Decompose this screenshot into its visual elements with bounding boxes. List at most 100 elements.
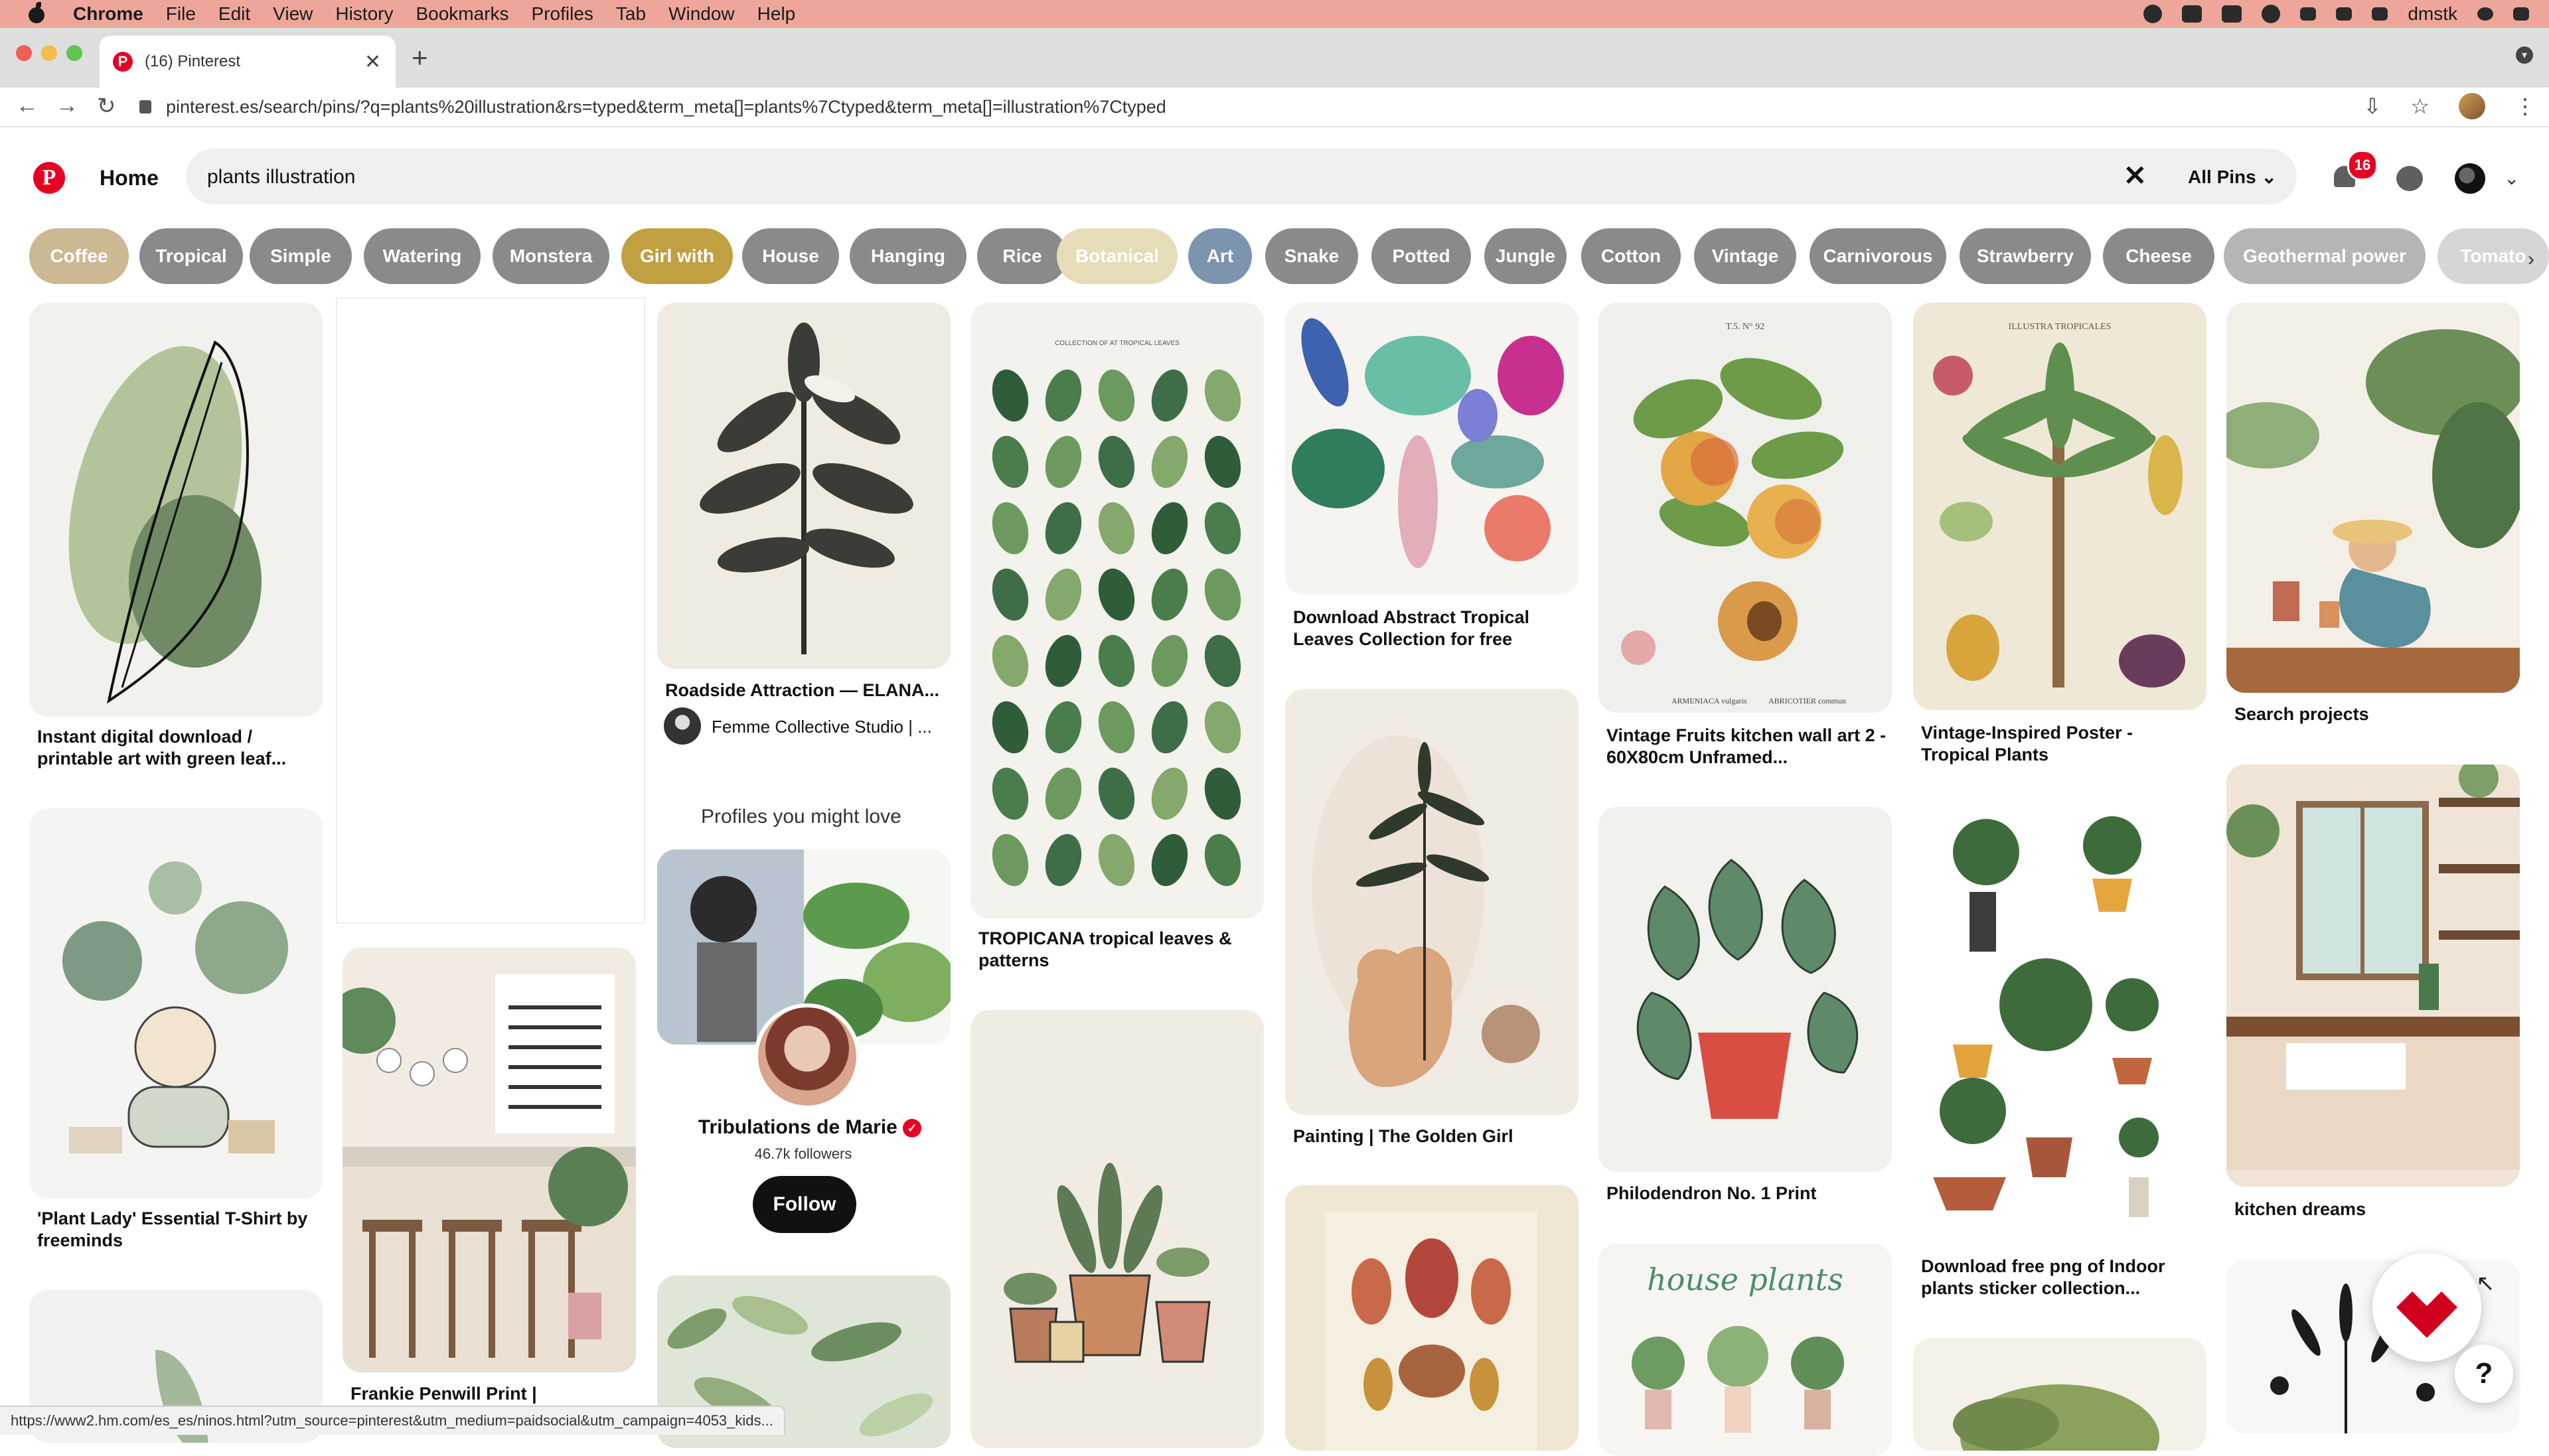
chip-potted[interactable]: Potted — [1371, 228, 1471, 284]
chip-art[interactable]: Art — [1188, 228, 1252, 284]
chip-coffee[interactable]: Coffee — [29, 228, 129, 284]
pin-image-kitchen-dreams[interactable] — [2226, 764, 2520, 1187]
wifi-icon[interactable] — [2336, 7, 2353, 21]
pin-title-tropical-poster[interactable]: Vintage-Inspired Poster - Tropical Plant… — [1921, 722, 2206, 766]
address-bar[interactable]: pinterest.es/search/pins/?q=plants%20ill… — [139, 92, 2350, 122]
chrome-menu-icon[interactable]: ⋮ — [2514, 94, 2536, 119]
chip-girl-with[interactable]: Girl with — [621, 228, 733, 284]
help-button[interactable]: ? — [2455, 1345, 2513, 1403]
profile-avatar[interactable] — [2455, 163, 2485, 194]
record-icon[interactable] — [2262, 5, 2281, 23]
lock-icon[interactable] — [139, 100, 151, 113]
chip-simple[interactable]: Simple — [250, 228, 352, 284]
profile-name-row[interactable]: Tribulations de Marie ✓ — [690, 1116, 929, 1139]
clear-search-icon[interactable]: ✕ — [2124, 159, 2147, 192]
pin-title-vintage-fruits[interactable]: Vintage Fruits kitchen wall art 2 - 60X8… — [1606, 725, 1892, 768]
menu-help[interactable]: Help — [757, 3, 796, 25]
pinterest-logo-icon[interactable]: P — [33, 162, 65, 194]
spotlight-search-icon[interactable] — [2477, 7, 2493, 21]
chip-geothermal-power[interactable]: Geothermal power — [2224, 228, 2426, 284]
search-input[interactable] — [206, 161, 2133, 194]
tab-search-icon[interactable]: ▾ — [2516, 46, 2533, 64]
more-ideas-arrow-icon[interactable]: ↖ — [2476, 1270, 2495, 1297]
menu-window[interactable]: Window — [668, 3, 735, 25]
chip-house[interactable]: House — [742, 228, 839, 284]
chip-botanical[interactable]: Botanical — [1057, 228, 1178, 284]
forward-arrow-icon[interactable]: → — [56, 93, 78, 119]
pin-image-roadside-attraction[interactable] — [657, 303, 951, 669]
pin-image-gardening-woman[interactable] — [2226, 303, 2520, 693]
pin-title-abstract-tropical[interactable]: Download Abstract Tropical Leaves Collec… — [1293, 607, 1579, 650]
chip-tropical[interactable]: Tropical — [139, 228, 243, 284]
chip-rice[interactable]: Rice — [977, 228, 1067, 284]
all-pins-dropdown[interactable]: All Pins ⌄ — [2188, 166, 2277, 188]
chip-cotton[interactable]: Cotton — [1581, 228, 1681, 284]
bluetooth-icon[interactable] — [2300, 7, 2317, 21]
menu-bookmarks[interactable]: Bookmarks — [416, 3, 508, 25]
window-close-button[interactable] — [16, 45, 32, 61]
hm-ad-button[interactable] — [2372, 1253, 2481, 1362]
menu-tab[interactable]: Tab — [616, 3, 646, 25]
window-zoom-button[interactable] — [66, 45, 82, 61]
source-avatar[interactable] — [664, 707, 701, 745]
chip-watering[interactable]: Watering — [364, 228, 481, 284]
bookmark-star-icon[interactable]: ☆ — [2410, 94, 2430, 119]
pin-title-plant-lady[interactable]: 'Plant Lady' Essential T-Shirt by freemi… — [37, 1208, 323, 1252]
pin-image-tropical-poster[interactable]: ILLUSTRA TROPICALES — [1913, 303, 2206, 710]
pin-image-potted-plants[interactable] — [970, 1010, 1264, 1448]
chip-vintage[interactable]: Vintage — [1694, 228, 1796, 284]
pin-image-philodendron[interactable] — [1598, 807, 1892, 1172]
screen-icon[interactable] — [2182, 5, 2202, 23]
pin-image-tropicana-leaves[interactable]: COLLECTION OF AT TROPICAL LEAVES — [970, 303, 1264, 918]
account-chevron-down-icon[interactable]: ⌄ — [2504, 167, 2519, 189]
menubar-username[interactable]: dmstk — [2408, 3, 2457, 25]
pin-title-tropicana[interactable]: TROPICANA tropical leaves & patterns — [978, 928, 1264, 972]
notifications-button[interactable]: 16 — [2334, 150, 2378, 190]
menu-profiles[interactable]: Profiles — [532, 3, 593, 25]
pin-image-cafe-illustration[interactable] — [343, 948, 636, 1372]
pin-title-philodendron[interactable]: Philodendron No. 1 Print — [1606, 1183, 1892, 1204]
pin-title-indoor-stickers[interactable]: Download free png of Indoor plants stick… — [1921, 1256, 2206, 1299]
new-tab-icon[interactable]: + — [412, 42, 428, 73]
scrivener-icon[interactable] — [2222, 5, 2242, 23]
home-link[interactable]: Home — [100, 166, 159, 190]
menu-view[interactable]: View — [273, 3, 313, 25]
pin-image-vintage-flora[interactable] — [1285, 1185, 1579, 1451]
chip-cheese[interactable]: Cheese — [2103, 228, 2214, 284]
pin-image-plant-lady[interactable] — [29, 808, 323, 1199]
profile-avatar-tribulations[interactable] — [754, 1003, 860, 1110]
control-center-icon[interactable] — [2513, 7, 2529, 21]
install-app-icon[interactable]: ⇩ — [2364, 94, 2382, 119]
back-arrow-icon[interactable]: ← — [16, 93, 39, 119]
pin-image-golden-girl[interactable] — [1285, 689, 1579, 1115]
pin-image-house-plants[interactable]: house plants — [1598, 1244, 1892, 1456]
pin-title-kitchen-dreams[interactable]: kitchen dreams — [2234, 1199, 2520, 1220]
chip-jungle[interactable]: Jungle — [1484, 228, 1567, 284]
pin-title-roadside-attraction[interactable]: Roadside Attraction — ELANA... — [665, 680, 951, 701]
chip-snake[interactable]: Snake — [1265, 228, 1358, 284]
pin-title-frankie-penwill[interactable]: Frankie Penwill Print | — [350, 1383, 636, 1405]
menu-app-name[interactable]: Chrome — [73, 3, 143, 25]
pin-image-vintage-fruits[interactable]: T.5. N° 92 ARMENIACA vulgaris ABRICOTIER… — [1598, 303, 1892, 713]
pin-image-col7-bottom[interactable] — [1913, 1338, 2206, 1451]
menu-file[interactable]: File — [166, 3, 196, 25]
reload-icon[interactable]: ↻ — [97, 93, 116, 119]
window-minimize-button[interactable] — [41, 45, 57, 61]
chip-hanging[interactable]: Hanging — [850, 228, 966, 284]
messages-icon[interactable] — [2396, 166, 2423, 191]
follow-button[interactable]: Follow — [753, 1176, 856, 1233]
status-app-icon[interactable] — [2143, 5, 2163, 23]
menu-edit[interactable]: Edit — [218, 3, 250, 25]
pin-title-search-projects[interactable]: Search projects — [2234, 703, 2520, 725]
chip-carnivorous[interactable]: Carnivorous — [1810, 228, 1946, 284]
pin-title-golden-girl[interactable]: Painting | The Golden Girl — [1293, 1126, 1579, 1147]
browser-tab-active[interactable]: P (16) Pinterest ✕ — [100, 36, 396, 88]
chip-strawberry[interactable]: Strawberry — [1960, 228, 2091, 284]
apple-menu-icon[interactable] — [27, 2, 46, 25]
chips-next-arrow-icon[interactable]: › — [2528, 248, 2534, 271]
chrome-profile-avatar[interactable] — [2459, 93, 2485, 119]
pin-image-loading-placeholder[interactable] — [336, 297, 645, 924]
pin-image-indoor-stickers[interactable] — [1913, 806, 2206, 1246]
menu-history[interactable]: History — [335, 3, 393, 25]
pin-source-femme-collective[interactable]: Femme Collective Studio | ... — [712, 717, 932, 737]
